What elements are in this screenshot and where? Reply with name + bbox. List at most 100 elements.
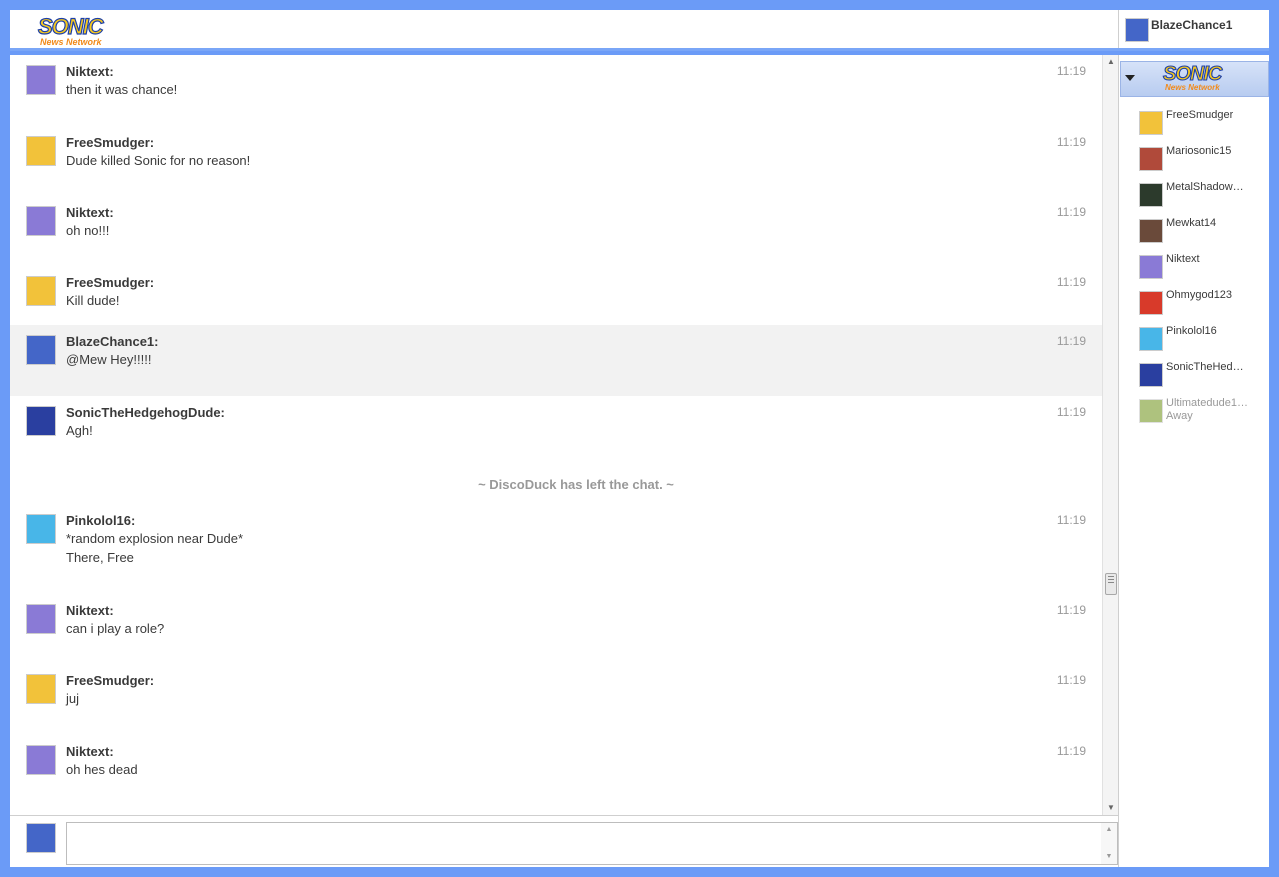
user-avatar: [1139, 327, 1163, 351]
user-list-item[interactable]: Ultimatedude127 Away: [1139, 393, 1264, 423]
message-time: 11:19: [1056, 275, 1086, 289]
user-avatar: [1139, 399, 1163, 423]
message-avatar[interactable]: [26, 674, 56, 704]
message-time: 11:19: [1056, 205, 1086, 219]
message-time: 11:19: [1056, 513, 1086, 527]
message-text: oh no!!!: [66, 223, 110, 238]
message-username[interactable]: Pinkolol16:: [66, 513, 135, 528]
current-user-avatar: [1125, 18, 1149, 42]
user-name: FreeSmudger: [1166, 109, 1234, 121]
message-avatar[interactable]: [26, 604, 56, 634]
message-text: *random explosion near Dude*: [66, 531, 244, 546]
message-username[interactable]: Niktext:: [66, 64, 114, 79]
chat-header: SONIC News Network BlazeChance1: [10, 10, 1269, 51]
user-avatar: [1139, 111, 1163, 135]
user-name: MetalShadow…: [1166, 181, 1244, 193]
user-list-item[interactable]: FreeSmudger: [1139, 105, 1264, 135]
input-scrollbar[interactable]: ▲ ▼: [1101, 823, 1117, 864]
message-avatar[interactable]: [26, 406, 56, 436]
user-list-item[interactable]: Niktext: [1139, 249, 1264, 279]
user-list-item[interactable]: MetalShadow…: [1139, 177, 1264, 207]
logo-line2: News Network: [40, 37, 102, 47]
message-username[interactable]: Niktext:: [66, 603, 114, 618]
message-avatar[interactable]: [26, 65, 56, 95]
chat-message: Niktext: 11:19 oh no!!!: [10, 196, 1102, 267]
room-header[interactable]: SONIC News Network: [1120, 61, 1269, 97]
user-status: Away: [1166, 410, 1193, 422]
current-user[interactable]: BlazeChance1: [1118, 10, 1269, 48]
message-text: @Mew Hey!!!!!: [66, 352, 152, 367]
user-list-item[interactable]: SonicTheHed…: [1139, 357, 1264, 387]
message-avatar[interactable]: [26, 514, 56, 544]
message-avatar[interactable]: [26, 335, 56, 365]
chat-message: FreeSmudger: 11:19 Dude killed Sonic for n…: [10, 126, 1102, 197]
message-username[interactable]: FreeSmudger:: [66, 275, 154, 290]
message-input[interactable]: ▲ ▼: [66, 822, 1118, 865]
chat-message: SonicTheHedgehogDude: 11:19 Agh!: [10, 396, 1102, 467]
message-text: juj: [66, 691, 80, 706]
user-list-sidebar: SONIC News Network FreeSmudger Mariosonic…: [1118, 55, 1269, 867]
message-text: oh hes dead: [66, 762, 138, 777]
message-time: 11:19: [1056, 405, 1086, 419]
scroll-down-arrow-icon[interactable]: ▼: [1103, 801, 1119, 815]
message-scrollbar[interactable]: ▲ ▼: [1102, 55, 1118, 815]
user-avatar: [1139, 219, 1163, 243]
scroll-up-arrow-icon[interactable]: ▲: [1103, 55, 1119, 69]
message-avatar[interactable]: [26, 745, 56, 775]
scroll-thumb[interactable]: [1105, 573, 1117, 595]
user-avatar: [1139, 183, 1163, 207]
message-text: can i play a role?: [66, 621, 165, 636]
message-time: 11:19: [1056, 673, 1086, 687]
user-list-item[interactable]: Mariosonic15: [1139, 141, 1264, 171]
message-list[interactable]: ~ DiscoDuck has left the chat. ~ Niktext…: [10, 55, 1102, 815]
self-avatar: [26, 823, 56, 853]
message-avatar[interactable]: [26, 206, 56, 236]
chat-message: Niktext: 11:19 then it was chance!: [10, 55, 1102, 126]
message-time: 11:19: [1056, 744, 1086, 758]
message-text: then it was chance!: [66, 82, 178, 97]
message-avatar[interactable]: [26, 276, 56, 306]
user-list-item[interactable]: Mewkat14: [1139, 213, 1264, 243]
message-avatar[interactable]: [26, 136, 56, 166]
user-avatar: [1139, 363, 1163, 387]
input-scroll-down-icon[interactable]: ▼: [1101, 850, 1117, 864]
logo-line1: SONIC: [37, 14, 104, 39]
user-name: Pinkolol16: [1166, 325, 1217, 337]
user-avatar: [1139, 255, 1163, 279]
user-name: Mewkat14: [1166, 217, 1217, 229]
user-name: Ultimatedude127: [1166, 397, 1248, 409]
message-time: 11:19: [1056, 603, 1086, 617]
wiki-logo[interactable]: SONIC News Network: [37, 14, 110, 48]
chat-message: Niktext: 11:19 can i play a role?: [10, 594, 1102, 665]
message-text: Agh!: [66, 423, 93, 438]
current-user-name: BlazeChance1: [1151, 18, 1233, 32]
room-logo-line2: News Network: [1165, 83, 1220, 92]
room-logo-line1: SONIC: [1162, 63, 1222, 85]
user-list-item[interactable]: Pinkolol16: [1139, 321, 1264, 351]
message-text: Kill dude!: [66, 293, 120, 308]
chat-message: FreeSmudger: 11:19 juj: [10, 664, 1102, 735]
message-username[interactable]: FreeSmudger:: [66, 135, 154, 150]
message-username[interactable]: SonicTheHedgehogDude:: [66, 405, 225, 420]
input-scroll-up-icon[interactable]: ▲: [1101, 823, 1117, 837]
chat-message: Pinkolol16: 11:19 *random explosion near D…: [10, 504, 1102, 594]
message-username[interactable]: Niktext:: [66, 205, 114, 220]
message-username[interactable]: Niktext:: [66, 744, 114, 759]
message-username[interactable]: BlazeChance1:: [66, 334, 158, 349]
message-text: There, Free: [66, 550, 134, 565]
message-time: 11:19: [1056, 135, 1086, 149]
user-name: Mariosonic15: [1166, 145, 1232, 157]
chat-message: BlazeChance1: 11:19 @Mew Hey!!!!!: [10, 325, 1102, 396]
user-avatar: [1139, 291, 1163, 315]
room-logo: SONIC News Network: [1162, 63, 1222, 92]
message-text: Dude killed Sonic for no reason!: [66, 153, 251, 168]
user-name: Niktext: [1166, 253, 1200, 265]
message-input-bar: ▲ ▼: [10, 815, 1118, 867]
message-username[interactable]: FreeSmudger:: [66, 673, 154, 688]
collapse-caret-icon[interactable]: [1125, 75, 1135, 81]
message-time: 11:19: [1056, 334, 1086, 348]
user-list-item[interactable]: Ohmygod123: [1139, 285, 1264, 315]
user-name: SonicTheHed…: [1166, 361, 1244, 373]
user-name: Ohmygod123: [1166, 289, 1233, 301]
inline-alert: ~ DiscoDuck has left the chat. ~: [478, 477, 674, 492]
